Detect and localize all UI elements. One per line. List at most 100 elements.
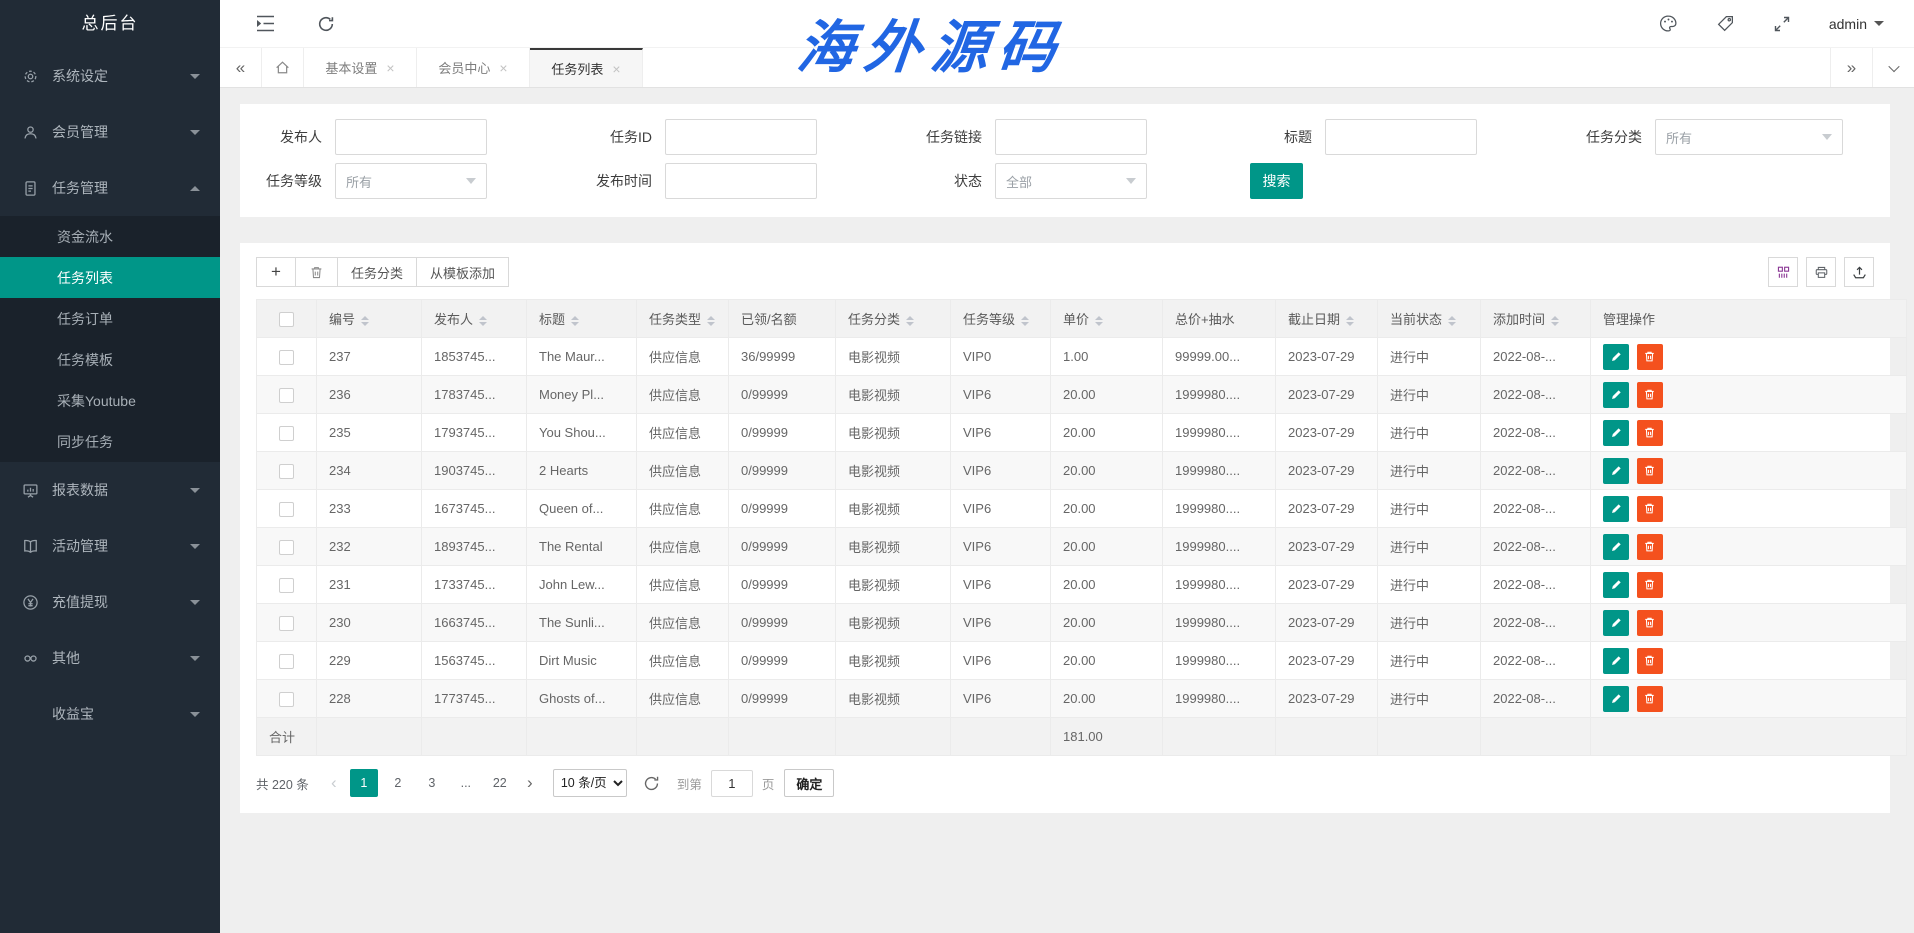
sidebar-item-members[interactable]: 会员管理 [0,104,220,160]
column-header-单价[interactable]: 单价 [1051,300,1163,338]
column-header-任务分类[interactable]: 任务分类 [836,300,951,338]
column-header-任务类型[interactable]: 任务类型 [637,300,729,338]
publisher-input[interactable] [335,119,487,155]
sort-icon[interactable] [1551,316,1559,326]
tab-基本设置[interactable]: 基本设置× [304,48,417,87]
task-id-input[interactable] [665,119,817,155]
confirm-button[interactable]: 确定 [784,769,834,797]
close-icon[interactable]: × [386,60,394,76]
row-checkbox[interactable] [257,680,317,718]
home-tab-button[interactable] [262,48,304,87]
sidebar-item-other[interactable]: 其他 [0,630,220,686]
sort-icon[interactable] [1095,316,1103,326]
delete-button[interactable] [1637,344,1663,370]
sort-icon[interactable] [1448,316,1456,326]
sidebar-subitem-资金流水[interactable]: 资金流水 [0,216,220,257]
search-button[interactable]: 搜索 [1250,163,1303,199]
delete-button[interactable] [1637,648,1663,674]
column-header-标题[interactable]: 标题 [527,300,637,338]
title-input[interactable] [1325,119,1477,155]
print-button[interactable] [1806,257,1836,287]
column-header-当前状态[interactable]: 当前状态 [1378,300,1481,338]
sidebar-subitem-任务模板[interactable]: 任务模板 [0,339,220,380]
tabs-scroll-left-button[interactable]: « [220,48,262,87]
delete-button[interactable] [1637,382,1663,408]
user-menu[interactable]: admin [1829,16,1884,32]
edit-button[interactable] [1603,382,1629,408]
edit-button[interactable] [1603,420,1629,446]
edit-button[interactable] [1603,496,1629,522]
theme-palette-icon[interactable] [1659,14,1678,33]
delete-button[interactable] [1637,458,1663,484]
edit-button[interactable] [1603,648,1629,674]
edit-button[interactable] [1603,686,1629,712]
sidebar-item-earnings[interactable]: 收益宝 [0,686,220,742]
sort-icon[interactable] [361,316,369,326]
select-all-checkbox[interactable] [257,300,317,338]
export-button[interactable] [1844,257,1874,287]
close-icon[interactable]: × [612,61,620,77]
delete-button[interactable] [1637,686,1663,712]
refresh-icon[interactable] [317,15,335,33]
sidebar-subitem-任务列表[interactable]: 任务列表 [0,257,220,298]
sort-icon[interactable] [707,316,715,326]
tag-icon[interactable] [1716,14,1735,33]
row-checkbox[interactable] [257,376,317,414]
sidebar-subitem-采集Youtube[interactable]: 采集Youtube [0,380,220,421]
edit-button[interactable] [1603,610,1629,636]
row-checkbox[interactable] [257,414,317,452]
delete-selected-button[interactable] [295,257,338,287]
delete-button[interactable] [1637,572,1663,598]
task-category-select[interactable]: 所有 [1655,119,1843,155]
sidebar-item-tasks[interactable]: 任务管理 [0,160,220,216]
close-icon[interactable]: × [499,60,507,76]
edit-button[interactable] [1603,344,1629,370]
task-category-button[interactable]: 任务分类 [337,257,417,287]
page-button-22[interactable]: 22 [486,769,514,797]
add-task-button[interactable]: + [256,257,296,287]
prev-page-button[interactable]: ‹ [321,769,347,797]
sidebar-item-system-settings[interactable]: 系统设定 [0,48,220,104]
column-header-添加时间[interactable]: 添加时间 [1481,300,1591,338]
page-button-3[interactable]: 3 [418,769,446,797]
next-page-button[interactable]: › [517,769,543,797]
edit-button[interactable] [1603,572,1629,598]
tabs-scroll-right-button[interactable]: » [1830,48,1872,87]
delete-button[interactable] [1637,610,1663,636]
row-checkbox[interactable] [257,566,317,604]
row-checkbox[interactable] [257,642,317,680]
tab-任务列表[interactable]: 任务列表× [530,48,643,87]
sort-icon[interactable] [479,316,487,326]
publish-time-input[interactable] [665,163,817,199]
delete-button[interactable] [1637,496,1663,522]
column-header-任务等级[interactable]: 任务等级 [951,300,1051,338]
sidebar-subitem-同步任务[interactable]: 同步任务 [0,421,220,462]
sort-icon[interactable] [571,316,579,326]
delete-button[interactable] [1637,534,1663,560]
task-level-select[interactable]: 所有 [335,163,487,199]
column-header-发布人[interactable]: 发布人 [422,300,527,338]
row-checkbox[interactable] [257,452,317,490]
sort-icon[interactable] [1346,316,1354,326]
status-select[interactable]: 全部 [995,163,1147,199]
refresh-table-icon[interactable] [643,775,660,792]
sort-icon[interactable] [906,316,914,326]
row-checkbox[interactable] [257,528,317,566]
goto-page-input[interactable] [711,770,753,797]
edit-button[interactable] [1603,534,1629,560]
sidebar-item-activities[interactable]: 活动管理 [0,518,220,574]
delete-button[interactable] [1637,420,1663,446]
tabs-menu-button[interactable] [1872,48,1914,87]
row-checkbox[interactable] [257,490,317,528]
sidebar-toggle-icon[interactable] [256,15,275,32]
columns-toggle-button[interactable] [1768,257,1798,287]
task-link-input[interactable] [995,119,1147,155]
edit-button[interactable] [1603,458,1629,484]
add-from-template-button[interactable]: 从模板添加 [416,257,509,287]
sidebar-item-reports[interactable]: 报表数据 [0,462,220,518]
sidebar-item-recharge-withdraw[interactable]: 充值提现 [0,574,220,630]
row-checkbox[interactable] [257,338,317,376]
sidebar-subitem-任务订单[interactable]: 任务订单 [0,298,220,339]
column-header-编号[interactable]: 编号 [317,300,422,338]
page-size-select[interactable]: 10 条/页 [553,769,627,797]
